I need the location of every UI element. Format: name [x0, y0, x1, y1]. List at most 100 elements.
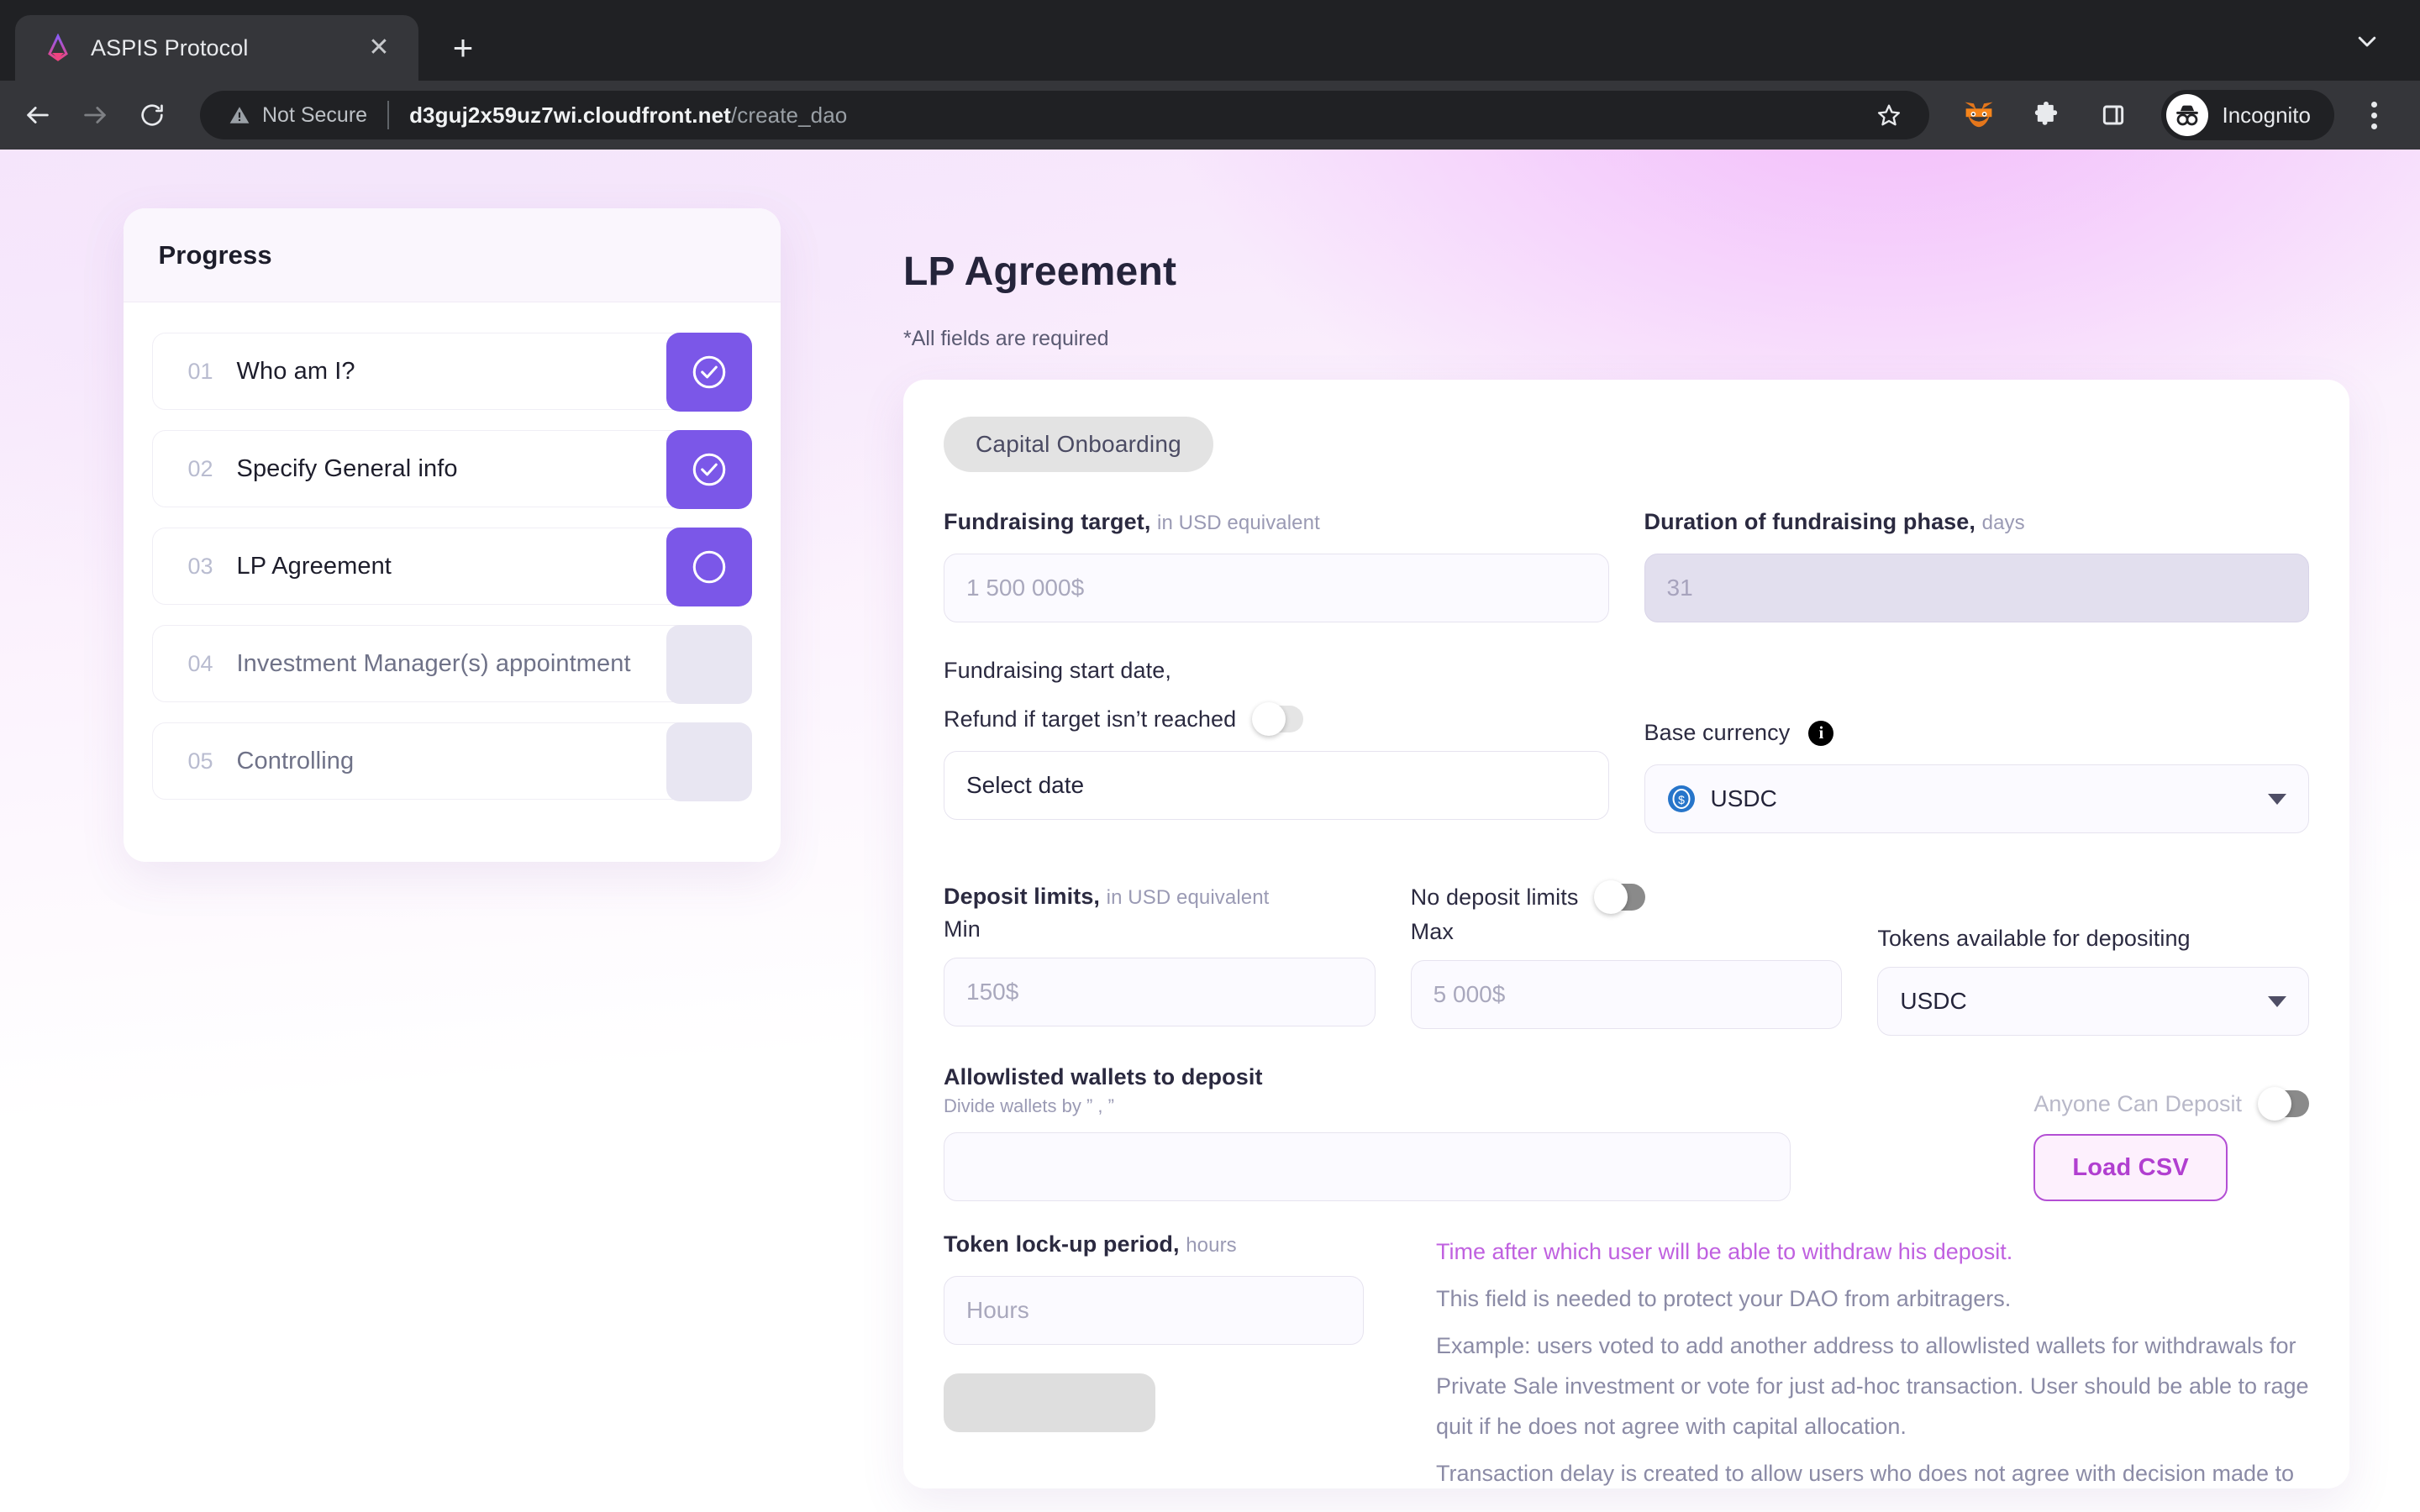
incognito-icon	[2166, 94, 2209, 136]
min-label: Min	[944, 916, 981, 942]
fundraising-target-label-text: Fundraising target,	[944, 509, 1151, 534]
allowlist-input[interactable]	[944, 1132, 1791, 1201]
back-arrow-icon[interactable]	[12, 89, 64, 141]
help-line-3: Transaction delay is created to allow us…	[1436, 1461, 2295, 1487]
profile-chip[interactable]: Incognito	[2161, 90, 2334, 140]
step-number: 01	[187, 358, 213, 384]
chevron-down-icon[interactable]	[2348, 22, 2386, 60]
max-label: Max	[1410, 919, 1454, 944]
step-number: 02	[187, 455, 213, 481]
chevron-down-icon[interactable]	[2268, 995, 2287, 1007]
side-panel-icon[interactable]	[2091, 92, 2136, 138]
tokens-available-value: USDC	[1900, 988, 1967, 1014]
allowlist-label: Allowlisted wallets to deposit	[944, 1064, 1263, 1089]
warning-triangle-icon	[229, 104, 250, 126]
security-status-label: Not Secure	[262, 102, 368, 127]
tab-title: ASPIS Protocol	[91, 34, 249, 60]
load-csv-button[interactable]: Load CSV	[2033, 1134, 2228, 1201]
fundraising-target-input[interactable]: 1 500 000$	[944, 554, 1609, 622]
sidebar-item-general-info[interactable]: 02 Specify General info	[151, 430, 752, 509]
url-path: /create_dao	[730, 102, 848, 128]
step-number: 03	[187, 553, 213, 579]
sidebar-item-who-am-i[interactable]: 01 Who am I?	[151, 333, 752, 412]
chevron-down-icon[interactable]	[2268, 793, 2286, 805]
star-icon[interactable]	[1869, 95, 1909, 135]
next-step-button[interactable]	[944, 1373, 1155, 1432]
deposit-min-group: Deposit limits, in USD equivalent Min 15…	[944, 884, 1376, 1036]
sidebar-item-lp-agreement[interactable]: 03 LP Agreement	[151, 528, 752, 606]
check-circle-icon[interactable]	[666, 333, 752, 412]
info-icon[interactable]: i	[1808, 720, 1834, 746]
puzzle-piece-icon[interactable]	[2023, 92, 2069, 138]
step-label: Who am I?	[236, 357, 355, 385]
duration-group: Duration of fundraising phase, days 31	[1644, 509, 2310, 622]
lockup-group: Token lock-up period, hours Hours	[944, 1231, 1364, 1488]
page-viewport: Progress 01 Who am I? 02 Specify General…	[0, 150, 2420, 1512]
browser-tab[interactable]: ASPIS Protocol ✕	[15, 15, 418, 81]
help-accent-line: Time after which user will be able to wi…	[1436, 1239, 2013, 1264]
fundraising-target-unit: in USD equivalent	[1157, 512, 1320, 534]
lockup-label-text: Token lock-up period,	[944, 1231, 1180, 1257]
step-label: LP Agreement	[236, 552, 392, 580]
allowlist-group: Allowlisted wallets to deposit Divide wa…	[944, 1064, 1998, 1201]
main-column: LP Agreement *All fields are required Ca…	[903, 208, 2420, 1512]
duration-label: Duration of fundraising phase, days	[1644, 509, 2310, 535]
usdc-coin-icon: $	[1667, 785, 1696, 813]
no-deposit-limits-toggle[interactable]	[1594, 880, 1646, 914]
page-title: LP Agreement	[903, 249, 1177, 294]
refund-toggle[interactable]	[1252, 702, 1304, 736]
tokens-available-select[interactable]: USDC	[1877, 967, 2310, 1036]
refund-label: Refund if target isn’t reached	[944, 706, 1237, 732]
aspis-logo-icon	[44, 33, 72, 62]
progress-title: Progress	[158, 239, 272, 270]
deposit-max-input[interactable]: 5 000$	[1410, 960, 1843, 1029]
deposit-max-group: No deposit limits Max 5 000$	[1410, 880, 1843, 1036]
metamask-fox-icon[interactable]	[1956, 92, 2002, 138]
required-fields-note: *All fields are required	[903, 327, 1109, 350]
circle-icon[interactable]	[666, 528, 752, 606]
plus-icon[interactable]: +	[437, 22, 489, 74]
lockup-input[interactable]: Hours	[944, 1276, 1364, 1345]
lockup-unit: hours	[1186, 1234, 1237, 1257]
lockup-label: Token lock-up period, hours	[944, 1231, 1364, 1257]
base-currency-label: Base currency	[1644, 720, 1791, 745]
tokens-available-label: Tokens available for depositing	[1877, 926, 2191, 951]
address-bar[interactable]: Not Secure d3guj2x59uz7wi.cloudfront.net…	[200, 91, 1930, 139]
start-date-group: Fundraising start date, Refund if target…	[944, 658, 1609, 833]
browser-toolbar: Not Secure d3guj2x59uz7wi.cloudfront.net…	[0, 81, 2420, 150]
fundraising-target-group: Fundraising target, in USD equivalent 1 …	[944, 509, 1609, 622]
base-currency-label-row: Base currency i	[1644, 720, 2310, 746]
lp-agreement-form-card: Capital Onboarding Fundraising target, i…	[903, 380, 2349, 1488]
tab-capital-onboarding[interactable]: Capital Onboarding	[944, 417, 1213, 472]
allowlist-sublabel: Divide wallets by ” , ”	[944, 1095, 1114, 1116]
step-label: Controlling	[236, 747, 355, 774]
url-text: d3guj2x59uz7wi.cloudfront.net/create_dao	[409, 102, 847, 129]
help-panel: Time after which user will be able to wi…	[1399, 1231, 2309, 1488]
no-deposit-limits-label: No deposit limits	[1410, 884, 1579, 910]
start-date-input[interactable]: Select date	[944, 751, 1609, 820]
sidebar-item-investment-manager[interactable]: 04 Investment Manager(s) appointment	[151, 625, 752, 704]
browser-window: ASPIS Protocol ✕ + Not Secure d3guj2x59u…	[0, 0, 2420, 1512]
progress-step-list: 01 Who am I? 02 Specify General info 03 …	[124, 302, 781, 825]
start-date-label: Fundraising start date,	[944, 658, 1171, 683]
base-currency-select[interactable]: $ USDC	[1644, 764, 2309, 833]
step-badge-empty	[666, 625, 752, 704]
deposit-limits-unit: in USD equivalent	[1106, 886, 1270, 909]
help-line-1: This field is needed to protect your DAO…	[1436, 1286, 2012, 1312]
forward-arrow-icon[interactable]	[69, 89, 121, 141]
tab-strip: ASPIS Protocol ✕ +	[0, 0, 2420, 81]
no-deposit-limits-row: No deposit limits	[1410, 880, 1843, 914]
progress-header: Progress	[123, 208, 781, 302]
kebab-menu-icon[interactable]	[2351, 92, 2396, 138]
duration-label-text: Duration of fundraising phase,	[1644, 509, 1976, 534]
check-circle-icon[interactable]	[666, 430, 752, 509]
omnibox-divider	[387, 101, 390, 129]
reload-icon[interactable]	[126, 89, 178, 141]
duration-input[interactable]: 31	[1644, 554, 2309, 622]
close-icon[interactable]: ✕	[361, 30, 397, 66]
anyone-can-deposit-toggle[interactable]	[2258, 1087, 2309, 1121]
base-currency-group: Base currency i $ USDC	[1644, 658, 2310, 833]
svg-text:$: $	[1678, 793, 1685, 806]
deposit-min-input[interactable]: 150$	[944, 958, 1376, 1026]
sidebar-item-controlling[interactable]: 05 Controlling	[151, 722, 752, 801]
